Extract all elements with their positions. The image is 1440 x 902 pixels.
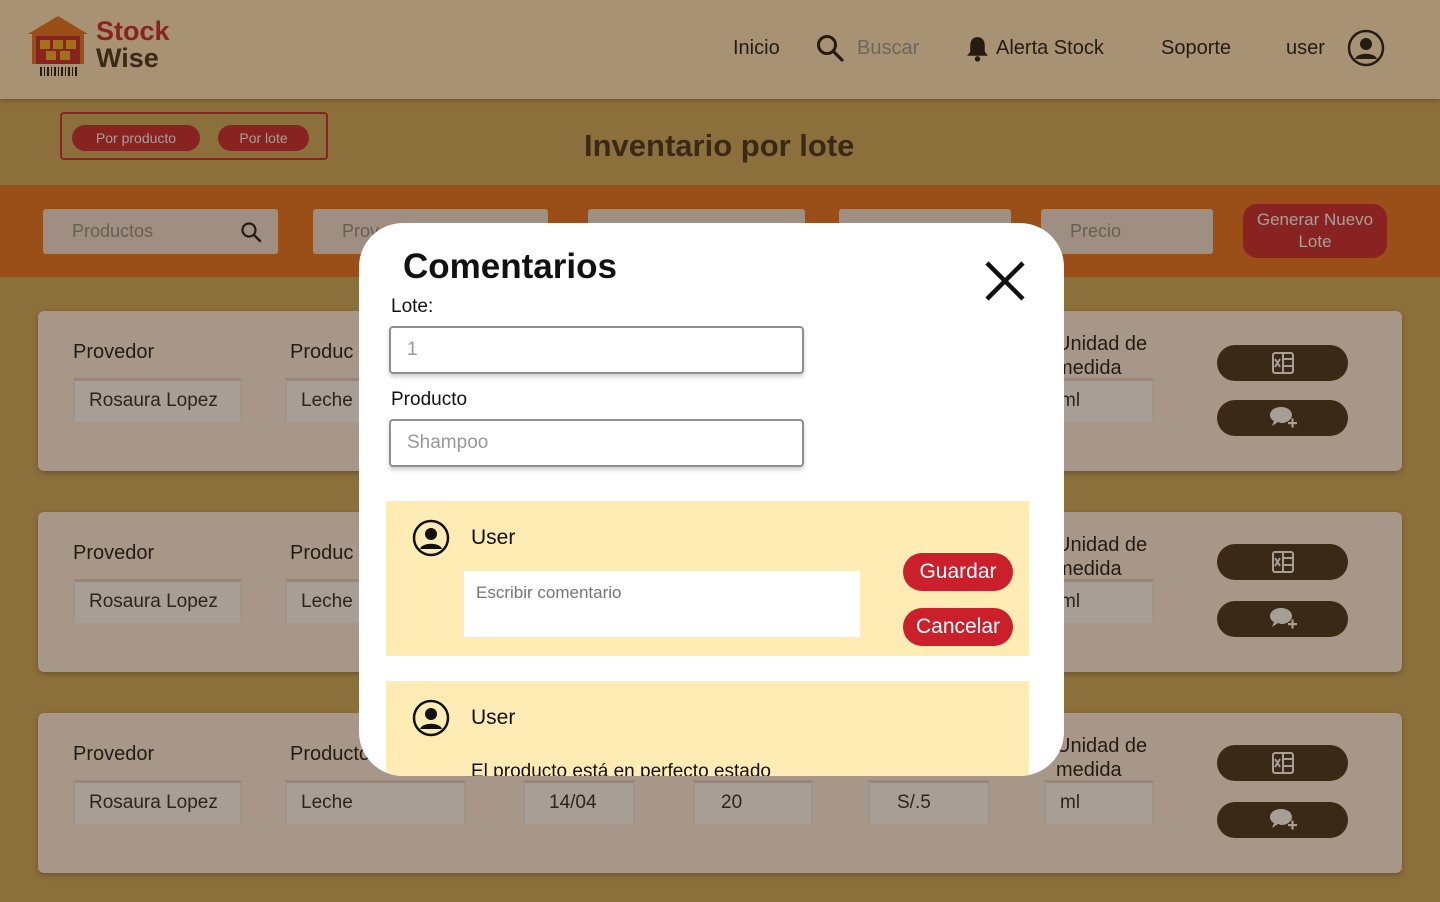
producto-input[interactable] (389, 419, 804, 467)
cancel-button[interactable]: Cancelar (903, 608, 1013, 646)
modal-title: Comentarios (403, 247, 617, 286)
close-icon[interactable] (981, 257, 1029, 305)
user-avatar-icon (412, 519, 450, 557)
lote-label: Lote: (391, 296, 434, 317)
user-avatar-icon (412, 699, 450, 737)
save-button[interactable]: Guardar (903, 553, 1013, 591)
new-comment-box: User Guardar Cancelar (386, 501, 1029, 656)
comment-user-name: User (471, 526, 516, 549)
producto-label: Producto (391, 389, 468, 410)
comment-textarea[interactable] (464, 571, 860, 637)
lote-input[interactable] (389, 326, 804, 374)
comments-modal: Comentarios Lote: Producto User Guardar … (359, 223, 1064, 776)
comment-text: El producto está en perfecto estado (471, 761, 771, 776)
comment-user-name: User (471, 706, 516, 729)
existing-comment: User El producto está en perfecto estado (386, 681, 1029, 776)
